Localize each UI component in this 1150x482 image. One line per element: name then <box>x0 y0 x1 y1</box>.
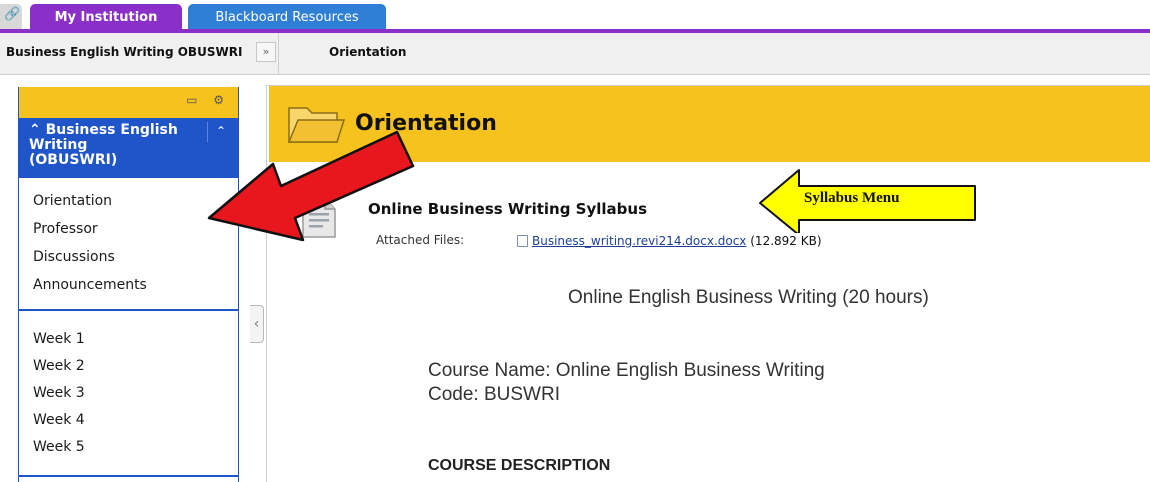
syllabus-course-name: Course Name: Online English Business Wri… <box>428 360 825 381</box>
menu-tools[interactable]: ▭ ⚙ <box>186 93 230 107</box>
sidebar-item-professor[interactable]: Professor <box>33 221 98 237</box>
collapse-menu-handle[interactable]: ‹ <box>250 305 264 343</box>
sidebar-item-week-4[interactable]: Week 4 <box>33 412 85 428</box>
red-arrow-icon <box>207 130 415 242</box>
syllabus-section-heading: COURSE DESCRIPTION <box>428 457 611 474</box>
attachment: Business_writing.revi214.docx.docx (12.8… <box>517 233 822 249</box>
sidebar-item-week-1[interactable]: Week 1 <box>33 331 85 347</box>
attachment-size: (12.892 KB) <box>750 234 822 248</box>
tab-blackboard-resources[interactable]: Blackboard Resources <box>188 4 386 30</box>
menu-divider <box>19 475 238 477</box>
course-title: ⌃ Business English Writing (OBUSWRI) <box>29 123 179 168</box>
syllabus-menu-label: Syllabus Menu <box>804 190 900 206</box>
breadcrumb-divider <box>278 33 279 75</box>
breadcrumb-current: Orientation <box>329 45 407 59</box>
sidebar-item-week-3[interactable]: Week 3 <box>33 385 85 401</box>
syllabus-heading: Online English Business Writing (20 hour… <box>568 287 929 308</box>
sidebar-item-week-2[interactable]: Week 2 <box>33 358 85 374</box>
collapse-chevron-icon: ⌃ <box>29 122 46 138</box>
course-menu-header: ▭ ⚙ <box>19 87 238 118</box>
sidebar-item-orientation[interactable]: Orientation <box>33 193 112 209</box>
breadcrumb-course-link[interactable]: Business English Writing OBUSWRI <box>6 45 242 59</box>
file-icon <box>517 235 528 247</box>
menu-divider <box>19 309 238 311</box>
sidebar-item-discussions[interactable]: Discussions <box>33 249 115 265</box>
sidebar-item-announcements[interactable]: Announcements <box>33 277 147 293</box>
sidebar-item-week-5[interactable]: Week 5 <box>33 439 85 455</box>
breadcrumb: Business English Writing OBUSWRI » Orien… <box>0 33 1150 75</box>
tab-my-institution[interactable]: My Institution <box>30 4 182 30</box>
course-title-text: Business English Writing (OBUSWRI) <box>29 122 178 168</box>
double-chevron-down-icon[interactable]: » <box>256 42 276 62</box>
lock-tab[interactable]: 🔗 <box>0 4 22 29</box>
syllabus-code: Code: BUSWRI <box>428 384 560 405</box>
lock-icon: 🔗 <box>4 7 21 22</box>
attachment-link[interactable]: Business_writing.revi214.docx.docx <box>532 234 746 248</box>
top-tab-bar: 🔗 My Institution Blackboard Resources <box>0 0 1150 33</box>
